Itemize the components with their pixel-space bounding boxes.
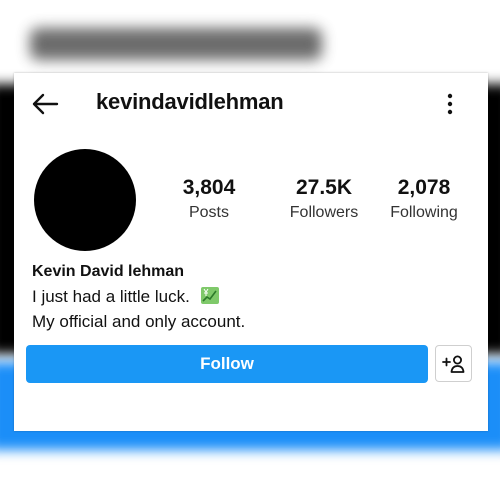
profile-username: kevindavidlehman <box>96 89 284 114</box>
follow-button[interactable]: Follow <box>26 345 428 383</box>
posts-label: Posts <box>188 204 229 221</box>
followers-label: Followers <box>289 204 359 221</box>
bio-line-2: My official and only account. <box>32 312 246 331</box>
back-button[interactable] <box>30 90 60 118</box>
following-label: Following <box>390 204 458 221</box>
stat-posts[interactable]: 3,804 Posts <box>169 176 249 226</box>
chart-increasing-with-yen-icon <box>200 287 219 304</box>
bio-line-1: I just had a little luck. <box>32 287 219 307</box>
bio-name: Kevin David lehman <box>32 263 185 280</box>
posts-count: 3,804 <box>182 176 236 199</box>
profile-card: kevindavidlehman 3,804 Posts 27.5K Follo… <box>14 73 488 431</box>
add-person-icon <box>441 355 464 373</box>
following-count: 2,078 <box>397 176 451 199</box>
add-friend-button[interactable] <box>435 345 472 382</box>
vertical-dots-icon <box>447 93 453 115</box>
blurred-title-background <box>30 28 322 60</box>
followers-count: 27.5K <box>295 176 353 199</box>
stat-following[interactable]: 2,078 Following <box>374 176 474 226</box>
bio-line-1-text: I just had a little luck. <box>32 287 190 306</box>
profile-header: kevindavidlehman <box>14 73 488 133</box>
avatar[interactable] <box>34 149 136 251</box>
more-options-button[interactable] <box>440 89 460 119</box>
arrow-left-icon <box>32 93 59 115</box>
stat-followers[interactable]: 27.5K Followers <box>269 176 379 226</box>
